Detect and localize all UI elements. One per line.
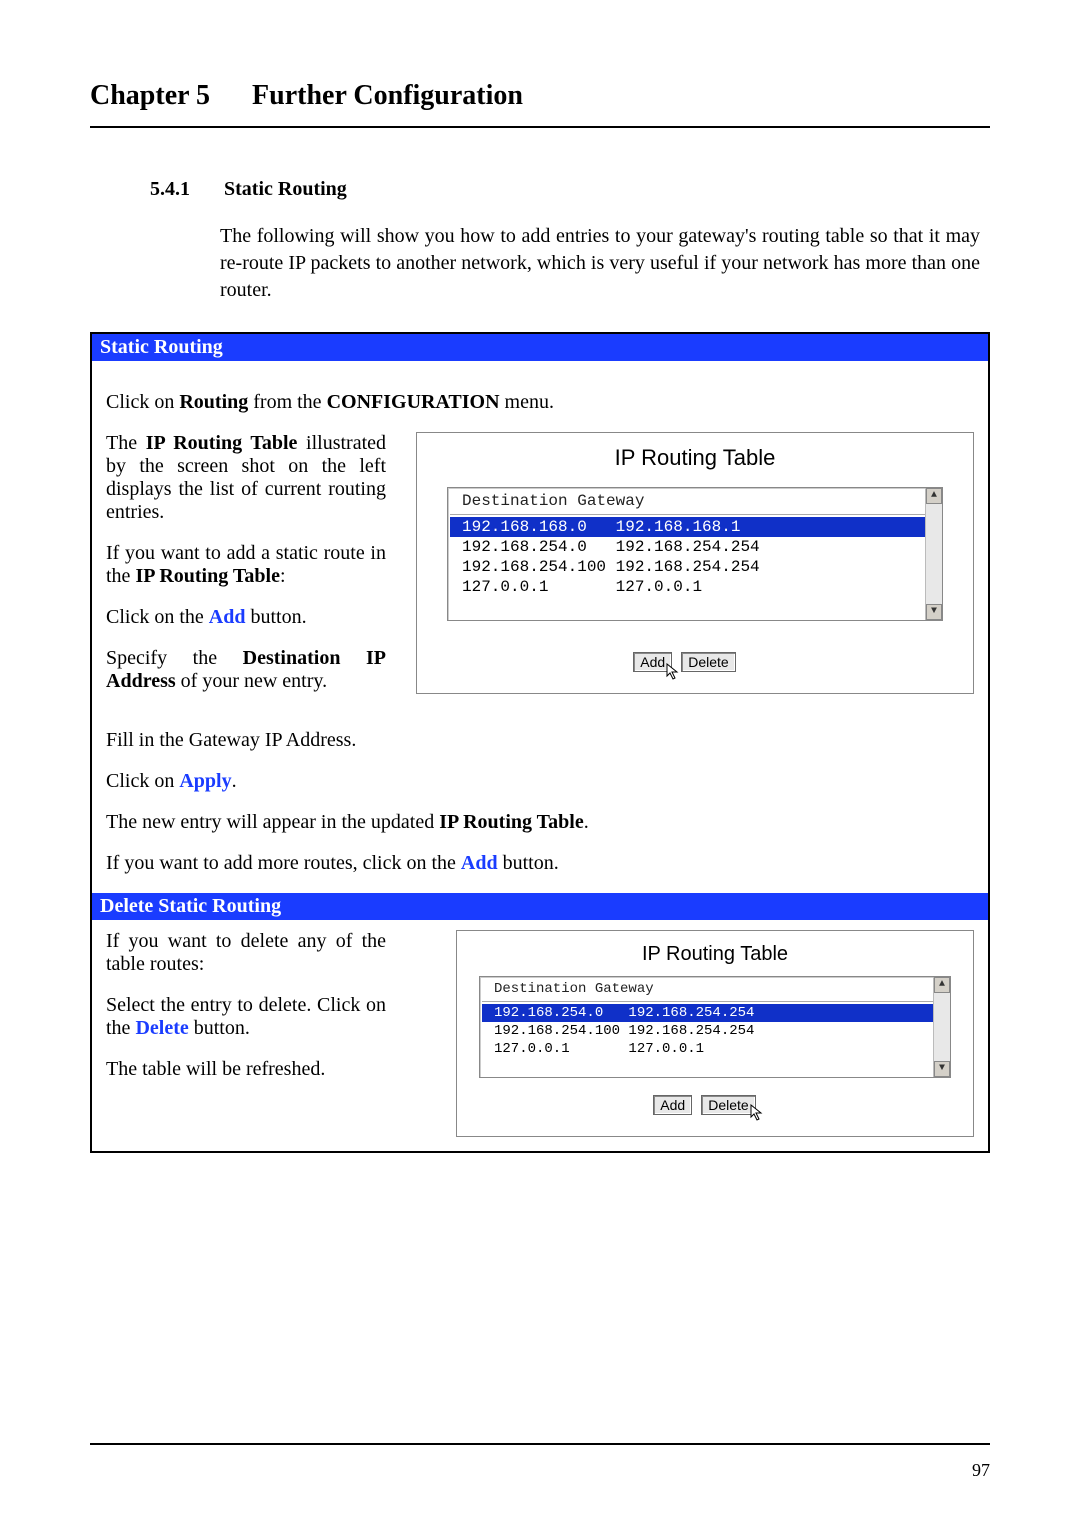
table-row[interactable]: 192.168.254.100 192.168.254.254 (482, 1022, 948, 1040)
instruction-p6: Fill in the Gateway IP Address. (106, 729, 974, 752)
subsection-number: 5.4.1 (150, 178, 220, 201)
routing-listbox-2[interactable]: Destination Gateway 192.168.254.0 192.16… (479, 976, 951, 1078)
scroll-down-icon[interactable]: ▼ (926, 604, 942, 620)
table-row[interactable]: 192.168.168.0 192.168.168.1 (450, 517, 940, 537)
instruction-p8: The new entry will appear in the updated… (106, 811, 974, 834)
header-rule (90, 126, 990, 128)
delete-button[interactable]: Delete (681, 652, 735, 672)
delete-box-title-bar: Delete Static Routing (92, 893, 988, 920)
instruction-p3: If you want to add a static route in the… (106, 542, 386, 588)
cursor-icon (749, 1104, 765, 1128)
shot1-button-row: Add Delete (429, 649, 961, 673)
footer-rule (90, 1443, 990, 1445)
delete-p1: If you want to delete any of the table r… (106, 930, 386, 976)
shot2-button-row: Add Delete (469, 1092, 961, 1116)
scroll-up-icon[interactable]: ▲ (926, 488, 942, 504)
table-row[interactable]: 192.168.254.0 192.168.254.254 (450, 537, 940, 557)
instruction-p7: Click on Apply. (106, 770, 974, 793)
chapter-title: Further Configuration (252, 80, 523, 111)
instruction-p2: The IP Routing Table illustrated by the … (106, 432, 386, 524)
shot1-title: IP Routing Table (429, 445, 961, 471)
delete-p3: The table will be refreshed. (106, 1058, 386, 1081)
routing-table-screenshot-1: IP Routing Table Destination Gateway 192… (416, 432, 974, 694)
instruction-p9: If you want to add more routes, click on… (106, 852, 974, 875)
scrollbar[interactable]: ▲ ▼ (925, 488, 942, 620)
table-row[interactable]: 127.0.0.1 127.0.0.1 (482, 1040, 948, 1058)
instruction-p5: Specify the Destination IP Address of yo… (106, 647, 386, 693)
intro-paragraph: The following will show you how to add e… (220, 223, 980, 304)
list-header: Destination Gateway (450, 490, 940, 512)
static-routing-box: Static Routing Click on Routing from the… (90, 332, 990, 1153)
table-row[interactable]: 192.168.254.100 192.168.254.254 (450, 557, 940, 577)
scroll-up-icon[interactable]: ▲ (934, 977, 950, 993)
left-instructions: The IP Routing Table illustrated by the … (106, 432, 386, 711)
page-number: 97 (972, 1460, 990, 1481)
add-link-2: Add (461, 852, 498, 874)
apply-link: Apply (179, 770, 231, 792)
table-row[interactable]: 127.0.0.1 127.0.0.1 (450, 577, 940, 597)
scroll-down-icon[interactable]: ▼ (934, 1061, 950, 1077)
delete-button-2[interactable]: Delete (701, 1095, 755, 1115)
cursor-icon (665, 663, 681, 687)
subsection-heading: 5.4.1 Static Routing (150, 178, 990, 201)
subsection-title: Static Routing (224, 178, 347, 200)
table-row[interactable]: 192.168.254.0 192.168.254.254 (482, 1004, 948, 1022)
shot2-title: IP Routing Table (469, 943, 961, 966)
delete-left-instructions: If you want to delete any of the table r… (106, 930, 386, 1099)
routing-table-screenshot-2: IP Routing Table Destination Gateway 192… (456, 930, 974, 1137)
add-link: Add (209, 606, 246, 628)
chapter-number: Chapter 5 (90, 80, 210, 111)
chapter-header: Chapter 5 Further Configuration (90, 80, 990, 112)
list-header-2: Destination Gateway (482, 979, 948, 999)
add-button-2[interactable]: Add (653, 1095, 692, 1115)
delete-link: Delete (135, 1017, 188, 1039)
delete-p2: Select the entry to delete. Click on the… (106, 994, 386, 1040)
box-title-bar: Static Routing (92, 334, 988, 361)
instruction-line-1: Click on Routing from the CONFIGURATION … (106, 391, 974, 414)
instruction-p4: Click on the Add button. (106, 606, 386, 629)
routing-listbox-1[interactable]: Destination Gateway 192.168.168.0 192.16… (447, 487, 943, 621)
scrollbar-2[interactable]: ▲ ▼ (933, 977, 950, 1077)
